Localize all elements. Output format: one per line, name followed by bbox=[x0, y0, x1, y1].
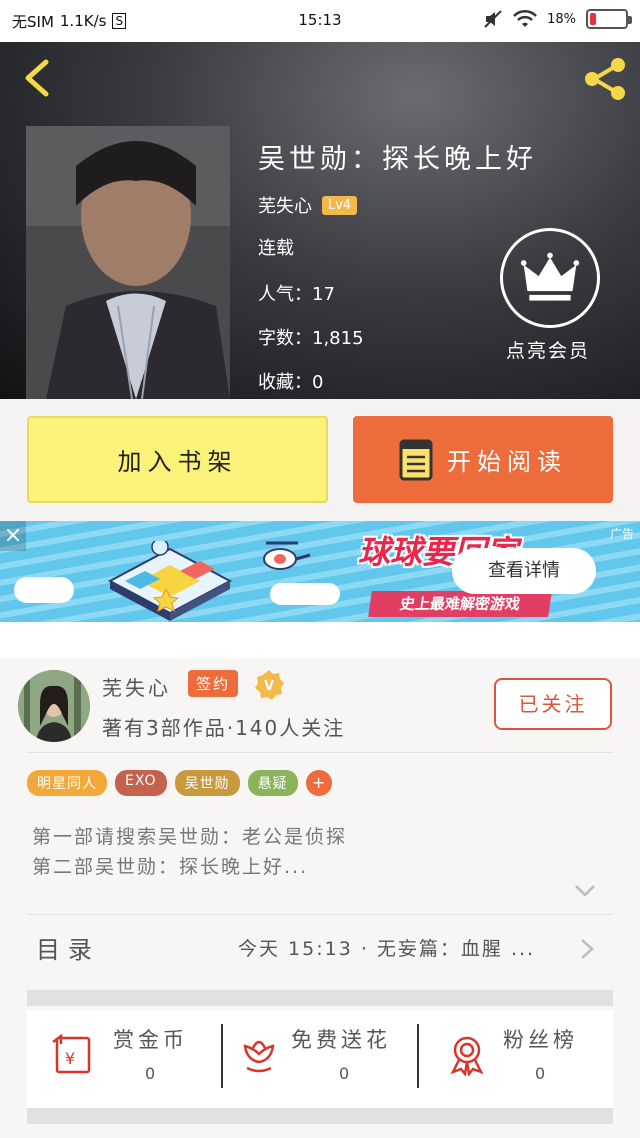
author-stats: 著有3部作品·140人关注 bbox=[102, 716, 346, 740]
ad-banner[interactable]: 球球要回家 史上最难解密游戏 查看详情 × 广告 bbox=[0, 521, 640, 622]
vip-label[interactable]: 点亮会员 bbox=[506, 336, 590, 363]
book-cover-image bbox=[26, 126, 230, 399]
book-icon bbox=[399, 439, 433, 480]
reward-coins-label: 赏金币 bbox=[113, 1028, 188, 1052]
flower-icon bbox=[243, 1040, 275, 1073]
fan-ranking-label: 粉丝榜 bbox=[503, 1028, 578, 1052]
coin-envelope-icon: ¥ bbox=[52, 1033, 91, 1074]
intro-line: 第一部请搜索吴世勋：老公是侦探 bbox=[32, 826, 348, 848]
medal-icon bbox=[450, 1036, 484, 1076]
send-flower-button[interactable]: 免费送花 0 bbox=[223, 1010, 417, 1110]
ad-tag: 广告 bbox=[609, 527, 634, 541]
battery-percent: 18% bbox=[547, 11, 576, 27]
reward-coins-button[interactable]: ¥ 赏金币 0 bbox=[27, 1010, 222, 1110]
cloud-decoration bbox=[14, 577, 74, 603]
section-separator bbox=[27, 1108, 613, 1124]
share-icon[interactable] bbox=[580, 56, 630, 102]
verified-badge-icon: V bbox=[255, 670, 284, 700]
tag-1[interactable]: EXO bbox=[115, 770, 167, 796]
tag-list: 明星同人 EXO 吴世勋 悬疑 + bbox=[27, 770, 332, 796]
latest-chapter: 今天 15:13 · 无妄篇：血腥 ... bbox=[238, 938, 536, 960]
signed-badge: 签约 bbox=[188, 670, 239, 697]
add-to-shelf-button[interactable]: 加入书架 bbox=[27, 416, 328, 503]
intro-line: 第二部吴世勋：探长晚上好... bbox=[32, 856, 309, 878]
favorites-count: 收藏：0 bbox=[258, 372, 324, 393]
action-bar: 加入书架 开始阅读 bbox=[0, 399, 640, 521]
start-reading-label: 开始阅读 bbox=[447, 448, 567, 476]
chevron-right-icon bbox=[581, 939, 594, 959]
toc-label: 目录 bbox=[36, 936, 100, 964]
wifi-icon bbox=[513, 9, 538, 27]
helicopter-image bbox=[263, 541, 311, 570]
vip-crown-button[interactable] bbox=[500, 228, 600, 328]
book-header: 吴世勋：探长晚上好 芜失心 Lv4 连载 人气：17 字数：1,815 收藏：0… bbox=[0, 42, 640, 399]
level-badge: Lv4 bbox=[322, 195, 358, 215]
followed-button[interactable]: 已关注 bbox=[494, 678, 612, 730]
start-reading-button[interactable]: 开始阅读 bbox=[353, 416, 613, 503]
add-to-shelf-label: 加入书架 bbox=[117, 448, 238, 476]
tag-3[interactable]: 悬疑 bbox=[247, 770, 298, 796]
ad-ribbon: 史上最难解密游戏 bbox=[368, 591, 552, 617]
add-tag-button[interactable]: + bbox=[305, 770, 332, 796]
section-separator bbox=[27, 990, 613, 1006]
svg-text:¥: ¥ bbox=[65, 1049, 75, 1068]
mute-icon bbox=[484, 10, 502, 28]
book-author[interactable]: 芜失心 bbox=[258, 192, 312, 218]
crown-icon bbox=[520, 252, 580, 301]
table-of-contents-row[interactable]: 目录 今天 15:13 · 无妄篇：血腥 ... bbox=[0, 914, 640, 978]
book-intro: 第一部请搜索吴世勋：老公是侦探 第二部吴世勋：探长晚上好... bbox=[32, 822, 347, 882]
status-bar: 无SIM 1.1K/s S 15:13 18% bbox=[0, 0, 640, 42]
spacer bbox=[0, 622, 640, 658]
puzzle-board-image bbox=[107, 541, 233, 621]
battery-icon bbox=[586, 9, 632, 29]
cloud-decoration bbox=[270, 583, 340, 605]
reward-coins-value: 0 bbox=[145, 1064, 156, 1083]
popularity-count: 人气：17 bbox=[258, 284, 335, 305]
author-section: 芜失心 签约 V 著有3部作品·140人关注 已关注 明星同人 EXO 吴世勋 … bbox=[0, 658, 640, 1138]
send-flower-label: 免费送花 bbox=[291, 1028, 391, 1052]
ad-view-details-button[interactable]: 查看详情 bbox=[452, 548, 596, 594]
tag-0[interactable]: 明星同人 bbox=[27, 770, 107, 796]
expand-chevron-icon[interactable] bbox=[574, 884, 596, 898]
author-avatar[interactable] bbox=[18, 670, 90, 742]
send-flower-value: 0 bbox=[339, 1064, 350, 1083]
book-title: 吴世勋：探长晚上好 bbox=[258, 144, 537, 175]
verified-badge-letter: V bbox=[264, 679, 274, 694]
divider bbox=[27, 752, 613, 753]
tag-2[interactable]: 吴世勋 bbox=[174, 770, 240, 796]
serial-status: 连载 bbox=[258, 238, 294, 259]
ad-close-button[interactable]: × bbox=[0, 521, 26, 551]
word-count: 字数：1,815 bbox=[258, 328, 364, 349]
author-name[interactable]: 芜失心 bbox=[102, 672, 171, 701]
back-arrow-icon[interactable] bbox=[18, 58, 54, 98]
fan-ranking-value: 0 bbox=[535, 1064, 546, 1083]
fan-ranking-button[interactable]: 粉丝榜 0 bbox=[419, 1010, 613, 1110]
support-bar: ¥ 赏金币 0 免费送花 0 粉丝榜 0 bbox=[27, 1010, 613, 1110]
